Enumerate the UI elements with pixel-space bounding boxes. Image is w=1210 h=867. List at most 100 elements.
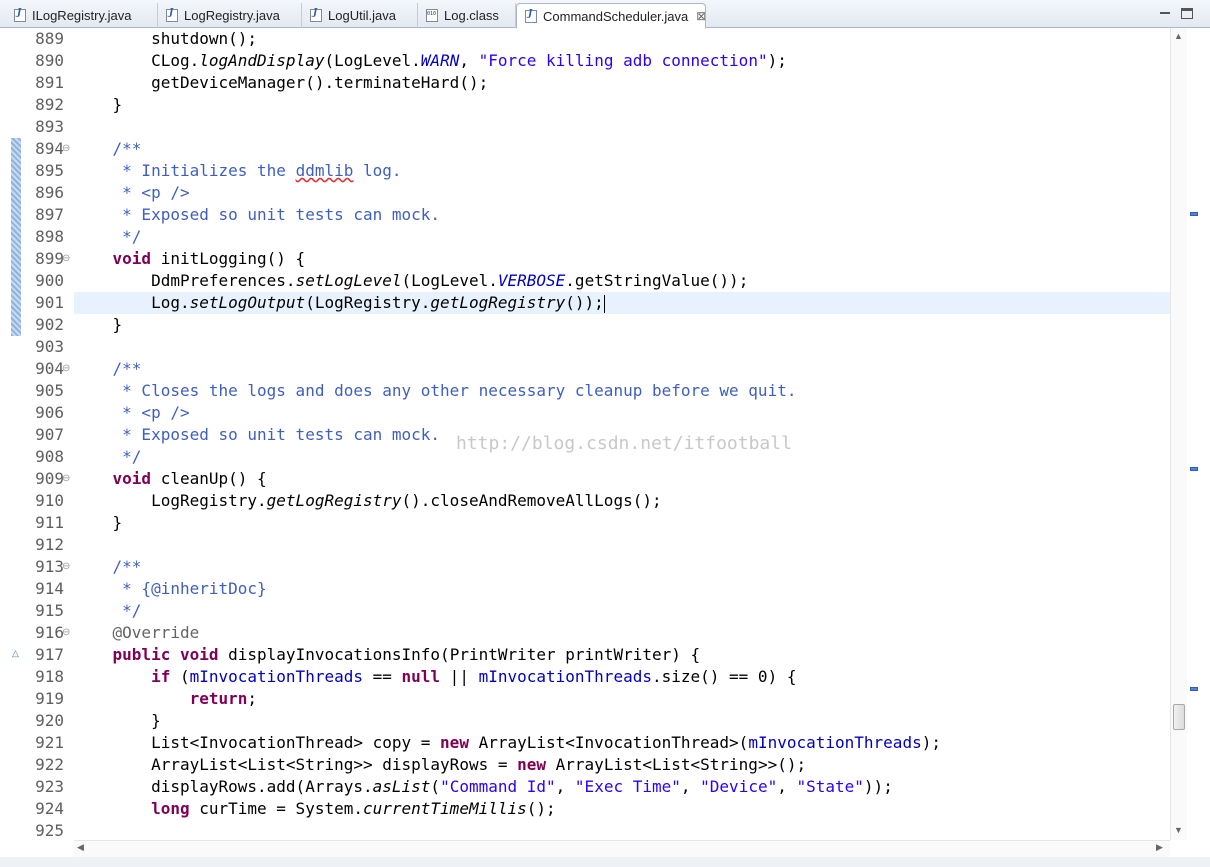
- fold-toggle-icon[interactable]: ⊖: [62, 622, 72, 644]
- maximize-icon[interactable]: [1181, 8, 1193, 19]
- scroll-right-icon[interactable]: ▶: [1156, 842, 1163, 853]
- code-token: @Override: [74, 623, 200, 642]
- code-token: (LogRegistry.: [305, 293, 431, 312]
- code-line[interactable]: ArrayList<List<String>> displayRows = ne…: [74, 754, 1170, 776]
- code-line[interactable]: if (mInvocationThreads == null || mInvoc…: [74, 666, 1170, 688]
- code-line[interactable]: return;: [74, 688, 1170, 710]
- code-token: curTime = System.: [189, 799, 363, 818]
- java-file-icon: [525, 9, 537, 23]
- line-number: 897: [35, 205, 64, 224]
- code-line[interactable]: long curTime = System.currentTimeMillis(…: [74, 798, 1170, 820]
- scroll-left-icon[interactable]: ◀: [77, 842, 84, 853]
- code-line[interactable]: void initLogging() {: [74, 248, 1170, 270]
- overview-marker[interactable]: [1190, 467, 1198, 471]
- vertical-scrollbar[interactable]: ▲ ▼: [1170, 28, 1187, 840]
- code-line[interactable]: [74, 534, 1170, 556]
- code-line[interactable]: /**: [74, 138, 1170, 160]
- code-token: (LogLevel.: [324, 51, 421, 70]
- fold-toggle-icon[interactable]: ⊖: [62, 248, 72, 270]
- code-line[interactable]: Log.setLogOutput(LogRegistry.getLogRegis…: [74, 292, 1170, 314]
- code-line[interactable]: * <p />: [74, 402, 1170, 424]
- code-line[interactable]: */: [74, 226, 1170, 248]
- tab-commandscheduler[interactable]: CommandScheduler.java ⊠: [516, 3, 706, 29]
- code-token: .getStringValue());: [565, 271, 749, 290]
- line-number: 903: [35, 337, 64, 356]
- line-number: 924: [35, 799, 64, 818]
- fold-toggle-icon[interactable]: ⊖: [62, 138, 72, 160]
- code-editor[interactable]: △ 889 shutdown(); 890 CLog.logAndDisplay(…: [0, 28, 1210, 840]
- code-line[interactable]: * <p />: [74, 182, 1170, 204]
- code-line[interactable]: @Override: [74, 622, 1170, 644]
- code-line[interactable]: }: [74, 314, 1170, 336]
- fold-toggle-icon[interactable]: ⊖: [62, 556, 72, 578]
- code-token: }: [74, 315, 123, 334]
- code-line[interactable]: * Initializes the ddmlib log.: [74, 160, 1170, 182]
- scroll-up-icon[interactable]: ▲: [1174, 31, 1183, 41]
- scrollbar-thumb[interactable]: [1173, 704, 1185, 730]
- code-line[interactable]: shutdown();: [74, 28, 1170, 50]
- code-line[interactable]: }: [74, 94, 1170, 116]
- code-line[interactable]: [74, 820, 1170, 842]
- code-token: ,: [680, 777, 701, 796]
- overview-marker[interactable]: [1190, 687, 1198, 691]
- class-file-icon: [426, 9, 438, 22]
- overview-marker[interactable]: [1190, 212, 1198, 216]
- minimize-icon[interactable]: [1158, 6, 1172, 20]
- tab-log-class[interactable]: Log.class: [418, 3, 516, 28]
- code-token: (: [430, 777, 441, 796]
- code-token: List<InvocationThread> copy =: [74, 733, 441, 752]
- close-tab-icon[interactable]: ⊠: [696, 9, 705, 23]
- code-token: * <p />: [74, 403, 190, 422]
- code-line[interactable]: * Closes the logs and does any other nec…: [74, 380, 1170, 402]
- line-number: 899: [35, 249, 64, 268]
- code-token: DdmPreferences.: [74, 271, 296, 290]
- code-line[interactable]: }: [74, 710, 1170, 732]
- code-line[interactable]: /**: [74, 358, 1170, 380]
- line-number: 893: [35, 117, 64, 136]
- code-line[interactable]: * Exposed so unit tests can mock.: [74, 204, 1170, 226]
- code-line[interactable]: displayRows.add(Arrays.asList("Command I…: [74, 776, 1170, 798]
- tab-logutil[interactable]: LogUtil.java: [302, 3, 418, 28]
- code-line[interactable]: DdmPreferences.setLogLevel(LogLevel.VERB…: [74, 270, 1170, 292]
- code-line[interactable]: List<InvocationThread> copy = new ArrayL…: [74, 732, 1170, 754]
- code-token: (: [170, 667, 190, 686]
- code-token: null: [401, 667, 441, 686]
- code-token: mInvocationThreads: [478, 667, 652, 686]
- scroll-down-icon[interactable]: ▼: [1174, 825, 1183, 835]
- code-line[interactable]: LogRegistry.getLogRegistry().closeAndRem…: [74, 490, 1170, 512]
- code-token: }: [74, 95, 123, 114]
- code-line[interactable]: CLog.logAndDisplay(LogLevel.WARN, "Force…: [74, 50, 1170, 72]
- horizontal-scrollbar[interactable]: ◀ ▶: [74, 840, 1170, 857]
- code-line[interactable]: getDeviceManager().terminateHard();: [74, 72, 1170, 94]
- code-token: Log.: [74, 293, 190, 312]
- line-number: 895: [35, 161, 64, 180]
- code-token: getLogRegistry: [430, 293, 566, 312]
- code-line[interactable]: */: [74, 600, 1170, 622]
- code-line[interactable]: /**: [74, 556, 1170, 578]
- code-token: if: [74, 667, 171, 686]
- code-token: ;: [247, 689, 258, 708]
- code-token: ,: [777, 777, 797, 796]
- tab-logregistry[interactable]: LogRegistry.java: [158, 3, 302, 28]
- code-token: ArrayList<InvocationThread>(: [468, 733, 749, 752]
- code-line[interactable]: * {@inheritDoc}: [74, 578, 1170, 600]
- line-number: 907: [35, 425, 64, 444]
- code-token: /**: [74, 359, 142, 378]
- code-line[interactable]: void cleanUp() {: [74, 468, 1170, 490]
- code-token: ().closeAndRemoveAllLogs();: [401, 491, 662, 510]
- line-number: 902: [35, 315, 64, 334]
- override-marker-icon[interactable]: △: [12, 648, 19, 659]
- code-token: * <p />: [74, 183, 190, 202]
- code-line[interactable]: public void displayInvocationsInfo(Print…: [74, 644, 1170, 666]
- code-token: */: [74, 227, 142, 246]
- tab-ilogregistry[interactable]: ILogRegistry.java: [6, 3, 158, 28]
- code-line[interactable]: }: [74, 512, 1170, 534]
- code-token: "Device": [700, 777, 778, 796]
- change-marker: [11, 138, 21, 336]
- line-number: 898: [35, 227, 64, 246]
- fold-toggle-icon[interactable]: ⊖: [62, 358, 72, 380]
- code-line[interactable]: [74, 116, 1170, 138]
- code-token: displayRows.add(Arrays.: [74, 777, 373, 796]
- fold-toggle-icon[interactable]: ⊖: [62, 468, 72, 490]
- code-line[interactable]: [74, 336, 1170, 358]
